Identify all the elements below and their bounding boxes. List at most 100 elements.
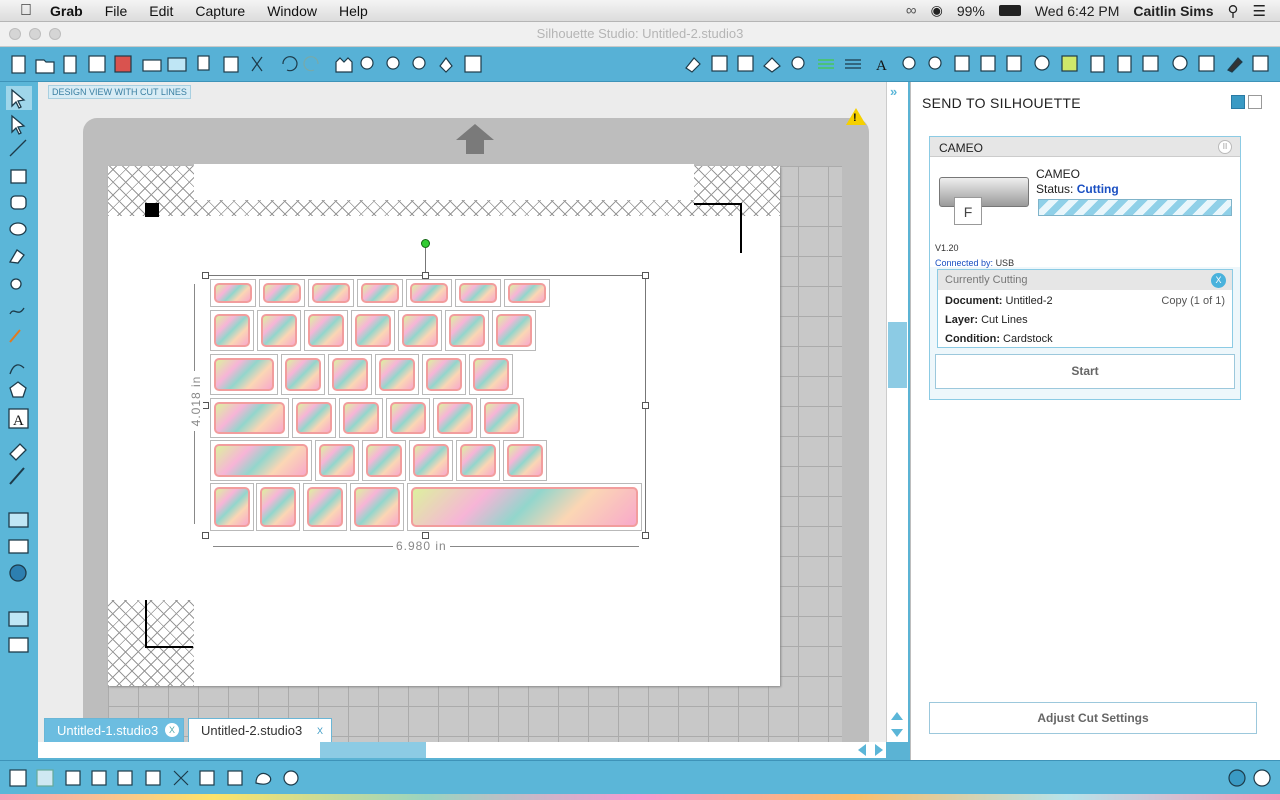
- replicate-icon[interactable]: [1034, 55, 1050, 71]
- pattern-tile[interactable]: [210, 310, 254, 351]
- regular-polygon-tool-icon[interactable]: [9, 381, 27, 398]
- line-color-icon[interactable]: [711, 55, 728, 72]
- zoom-in-icon[interactable]: [360, 56, 374, 70]
- align-icon[interactable]: [1006, 55, 1022, 72]
- apple-icon[interactable]: : [20, 2, 32, 20]
- pattern-tile[interactable]: [304, 310, 348, 351]
- drag-zoom-icon[interactable]: [439, 57, 453, 73]
- app-menu[interactable]: Grab: [50, 3, 83, 19]
- vertical-scroll-thumb[interactable]: [888, 322, 907, 388]
- ellipse-tool-icon[interactable]: [9, 222, 27, 236]
- new-document-icon[interactable]: [11, 55, 26, 74]
- pattern-tile[interactable]: [210, 398, 289, 438]
- wifi-icon[interactable]: ◉: [931, 2, 943, 19]
- scroll-down-arrow-icon[interactable]: [891, 729, 903, 737]
- line-tool-icon[interactable]: [9, 139, 27, 157]
- battery-icon[interactable]: [998, 5, 1021, 16]
- panel-pin-icon[interactable]: [1231, 95, 1245, 109]
- spotlight-search-icon[interactable]: ⚲: [1228, 2, 1239, 20]
- eraser-tool-icon[interactable]: [9, 443, 27, 461]
- collapse-panel-icon[interactable]: »: [890, 84, 897, 99]
- pattern-tile[interactable]: [386, 398, 430, 438]
- pattern-tile[interactable]: [409, 440, 453, 481]
- zoom-select-icon[interactable]: [412, 56, 426, 70]
- tab-close-button[interactable]: X: [317, 719, 323, 742]
- edit-points-icon[interactable]: [11, 114, 26, 135]
- pattern-tile[interactable]: [315, 440, 359, 481]
- resize-handle-top-right[interactable]: [642, 272, 649, 279]
- horizontal-scroll-track[interactable]: [38, 742, 886, 758]
- pattern-tile[interactable]: [492, 310, 536, 351]
- pattern-tile[interactable]: [375, 354, 419, 395]
- pattern-tile[interactable]: [433, 398, 477, 438]
- horizontal-scroll-thumb[interactable]: [320, 742, 426, 758]
- ungroup-icon[interactable]: [36, 769, 54, 787]
- knife-tool-icon[interactable]: [9, 467, 25, 485]
- pattern-tile[interactable]: [362, 440, 406, 481]
- pattern-tile[interactable]: [504, 279, 550, 307]
- minimize-window-button[interactable]: [29, 28, 41, 40]
- pattern-tile[interactable]: [210, 440, 312, 481]
- library-panel-icon[interactable]: [8, 637, 29, 653]
- release-compound-path-icon[interactable]: [91, 770, 107, 786]
- pattern-tile[interactable]: [210, 279, 256, 307]
- polygon-tool-icon[interactable]: [8, 249, 25, 264]
- text-style-icon[interactable]: A: [876, 58, 887, 74]
- fit-to-page-icon[interactable]: [464, 55, 482, 73]
- creative-cloud-icon[interactable]: ∞: [906, 2, 917, 19]
- menu-help[interactable]: Help: [339, 3, 368, 19]
- user-name[interactable]: Caitlin Sims: [1133, 3, 1213, 19]
- paste-icon[interactable]: [223, 56, 239, 73]
- cut-style-icon[interactable]: [845, 59, 861, 69]
- pattern-tile[interactable]: [445, 310, 489, 351]
- trace-icon[interactable]: [1117, 55, 1132, 73]
- make-compound-path-icon[interactable]: [65, 770, 81, 786]
- adjust-cut-settings-button[interactable]: Adjust Cut Settings: [929, 702, 1257, 734]
- open-folder-icon[interactable]: [35, 59, 55, 74]
- pattern-tile[interactable]: [398, 310, 442, 351]
- zoom-out-icon[interactable]: [386, 56, 400, 70]
- resize-handle-bottom[interactable]: [422, 532, 429, 539]
- freehand-tool-icon[interactable]: [9, 307, 25, 315]
- fill-color-icon[interactable]: [685, 57, 701, 73]
- page-setup-icon[interactable]: [1142, 55, 1159, 72]
- pattern-tile[interactable]: [328, 354, 372, 395]
- scroll-up-arrow-icon[interactable]: [891, 712, 903, 720]
- arc-tool-icon[interactable]: [9, 364, 25, 375]
- close-window-button[interactable]: [9, 28, 21, 40]
- delete-icon[interactable]: [173, 770, 189, 786]
- panel-collapse-icon[interactable]: [1248, 95, 1262, 109]
- resize-handle-top-left[interactable]: [202, 272, 209, 279]
- resize-handle-bottom-right[interactable]: [642, 532, 649, 539]
- cancel-cut-button[interactable]: X: [1211, 273, 1226, 288]
- rotate-icon[interactable]: [928, 56, 942, 70]
- save-icon[interactable]: [88, 55, 106, 73]
- pattern-tile[interactable]: [256, 483, 300, 531]
- vertical-scrollbar[interactable]: »: [886, 82, 908, 742]
- weld-icon[interactable]: [145, 770, 161, 786]
- pattern-tile[interactable]: [308, 279, 354, 307]
- save-as-icon[interactable]: [114, 55, 132, 73]
- zoom-window-button[interactable]: [49, 28, 61, 40]
- pattern-tile[interactable]: [456, 440, 500, 481]
- registration-icon[interactable]: [1172, 55, 1188, 71]
- pattern-tile[interactable]: [257, 310, 301, 351]
- menu-capture[interactable]: Capture: [195, 3, 245, 19]
- pattern-tile[interactable]: [469, 354, 513, 395]
- pattern-tile[interactable]: [455, 279, 501, 307]
- settings-gear-icon[interactable]: [1228, 769, 1246, 787]
- menu-file[interactable]: File: [105, 3, 128, 19]
- library-icon[interactable]: [63, 55, 77, 74]
- tab-close-button[interactable]: X: [165, 723, 179, 737]
- pattern-tile[interactable]: [210, 354, 278, 395]
- send-icon[interactable]: [1252, 55, 1269, 72]
- notification-center-icon[interactable]: ☰: [1253, 2, 1266, 20]
- bring-to-front-icon[interactable]: [117, 770, 133, 786]
- pattern-tile[interactable]: [357, 279, 403, 307]
- rounded-rectangle-tool-icon[interactable]: [10, 195, 27, 210]
- design-store-icon[interactable]: [8, 539, 29, 554]
- pattern-tile[interactable]: [292, 398, 336, 438]
- redo-icon[interactable]: [303, 56, 319, 72]
- text-tool-icon[interactable]: A: [13, 413, 24, 429]
- duplicate-icon[interactable]: [199, 770, 215, 786]
